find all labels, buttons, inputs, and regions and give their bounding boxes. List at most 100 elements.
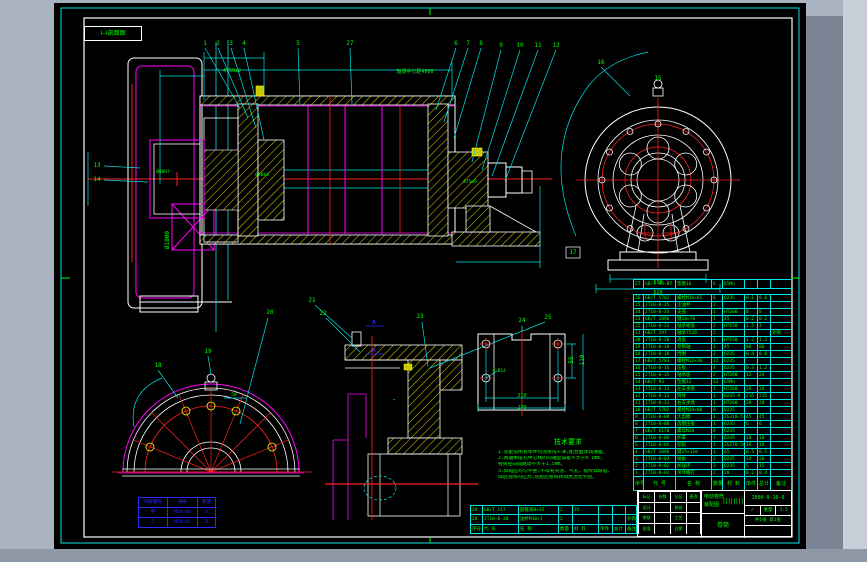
- table-cell: Q235: [723, 420, 745, 427]
- table-cell: [771, 279, 792, 288]
- table-cell: [771, 315, 792, 322]
- table-cell: 12: [712, 357, 723, 364]
- table-cell: 18: [634, 350, 644, 357]
- section-mark: A: [372, 346, 376, 354]
- table-cell: 8: [745, 308, 758, 315]
- table-cell: 86: [745, 343, 758, 350]
- table-cell: 校核: [671, 501, 687, 513]
- balloon-number: 27: [346, 40, 354, 47]
- table-cell: 10: [745, 434, 758, 441]
- table-cell: 16: [634, 364, 644, 371]
- table-cell: 1: [634, 469, 644, 476]
- table-row: 设计 校核: [639, 501, 701, 513]
- balloon-number: 1: [203, 40, 207, 47]
- table-row: 7 GB/T 6170 螺母M20 8 Q235: [634, 427, 793, 434]
- table-cell: 大齿圈: [676, 413, 712, 420]
- table-cell: GB/T 117: [483, 505, 519, 515]
- table-cell: [771, 336, 792, 343]
- table-cell: 1: [712, 308, 723, 315]
- technical-requirements-title: 技术要求: [554, 438, 582, 446]
- table-cell: [758, 427, 771, 434]
- table-cell: 地脚螺栓: [139, 497, 168, 507]
- table-cell: 6: [745, 420, 758, 427]
- table-cell: 更改: [687, 491, 701, 502]
- table-cell: JT10-0-09: [644, 413, 676, 420]
- table-cell: 25: [634, 301, 644, 308]
- table-cell: 5: [745, 462, 758, 469]
- table-cell: 数量: [198, 497, 216, 507]
- table-cell: 3: [712, 462, 723, 469]
- bom-extension-table: 29 GB/T 117 圆锥销8×35 2 35 28 JT10-0-28 油杯M10×1 2 外…: [470, 505, 638, 534]
- table-cell: 215: [745, 392, 758, 399]
- table-cell: GB/T 297: [644, 329, 676, 336]
- table-cell: 序号: [471, 523, 483, 533]
- table-cell: [771, 322, 792, 329]
- table-cell: 吊环螺钉: [676, 469, 712, 476]
- table-cell: JT10-0-11: [644, 399, 676, 406]
- balloon-number: 8: [479, 40, 483, 47]
- table-cell: 设计: [639, 501, 655, 513]
- table-cell: 0.8: [758, 350, 771, 357]
- table-cell: 1.2: [758, 336, 771, 343]
- table-cell: Q235: [723, 406, 745, 413]
- table-row: 序号代 号名 称数量材 料单件总计备注: [634, 476, 793, 490]
- table-cell: [771, 427, 792, 434]
- table-cell: [771, 350, 792, 357]
- table-cell: JT10-0-16: [644, 364, 676, 371]
- technical-requirement-line: 焊后消除内应力,装配后卷筒转动灵活无卡阻。: [498, 474, 597, 480]
- dimension-text: 4760±2: [222, 68, 242, 74]
- table-cell: 名 称: [519, 523, 559, 533]
- table-cell: 12: [712, 378, 723, 385]
- balloon-number: 16: [597, 59, 605, 66]
- table-row: 16 JT10-0-16 压板 4 Q235 0.3 1.2: [634, 364, 793, 371]
- table-cell: 4: [712, 364, 723, 371]
- table-cell: [687, 512, 701, 524]
- table-cell: [771, 378, 792, 385]
- table-cell: 24: [758, 371, 771, 378]
- table-cell: 螺栓M16×65: [676, 294, 712, 301]
- table-cell: 名 称: [676, 476, 712, 490]
- balloon-number: 21: [308, 297, 316, 304]
- table-cell: 挡圈: [676, 350, 712, 357]
- table-cell: 24: [634, 308, 644, 315]
- table-cell: [771, 462, 792, 469]
- table-cell: 8: [712, 427, 723, 434]
- table-cell: 螺母M20: [676, 427, 712, 434]
- table-cell: [745, 427, 758, 434]
- table-row: 10 GB/T 5782 螺栓M20×80 8 Q235: [634, 406, 793, 413]
- table-cell: [745, 329, 758, 336]
- table-cell: 65Mn: [723, 279, 745, 288]
- table-cell: 17: [634, 357, 644, 364]
- table-cell: M24×60: [168, 507, 198, 517]
- table-cell: JT10-0-06: [644, 434, 676, 441]
- view-label: Ⅰ—Ⅰ剖面图: [84, 26, 142, 41]
- table-cell: 18: [745, 441, 758, 448]
- technical-requirements: 技术要求 1.装配前所有零件均须清洗干净,配合面涂润滑脂。 2.两轴承座孔中心线的…: [498, 437, 638, 481]
- table-cell: 键18×70: [676, 315, 712, 322]
- balloon-number: 6: [454, 40, 458, 47]
- table-row: 4 GB/T 1096 键25×110 1 45 0.5 0.5: [634, 448, 793, 455]
- stage-marks: ⁄⁄⁄: [745, 506, 761, 515]
- table-cell: JT10-0-05: [644, 441, 676, 448]
- balloon-number: 2: [216, 40, 220, 47]
- table-cell: [771, 364, 792, 371]
- table-cell: 单件: [745, 476, 758, 490]
- table-cell: 分区: [671, 491, 687, 502]
- table-cell: 键25×110: [676, 448, 712, 455]
- table-cell: GB/T 1096: [644, 315, 676, 322]
- table-cell: JT10-0-28: [483, 514, 519, 524]
- dimension-text: 110: [579, 354, 586, 366]
- table-cell: JT10-0-19: [644, 343, 676, 350]
- table-cell: 14: [745, 455, 758, 462]
- table-cell: 0.6: [758, 294, 771, 301]
- table-cell: [745, 357, 758, 364]
- table-cell: 6: [712, 294, 723, 301]
- table-cell: 2: [712, 371, 723, 378]
- balloon-number: 25: [544, 314, 552, 321]
- table-cell: 28: [758, 455, 771, 462]
- table-cell: 备注: [771, 476, 792, 490]
- table-cell: 垫圈16: [676, 279, 712, 288]
- table-cell: [745, 301, 758, 308]
- table-cell: GB/T 5782: [644, 406, 676, 413]
- dimension-text: Ø80H7: [156, 170, 170, 175]
